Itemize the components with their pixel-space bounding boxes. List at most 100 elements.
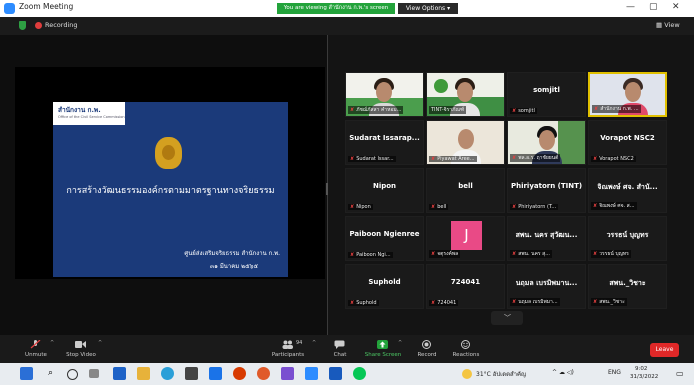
participant-tile[interactable]: จิณพงษ์ ศจ. สำนั... ✘ จิณพงษ์ ศจ. ส... — [588, 168, 667, 213]
view-button[interactable]: ▦ View — [656, 21, 680, 29]
edge-browser-icon[interactable] — [161, 367, 174, 380]
participant-tile[interactable]: Phiriyatorn (TINT) ✘ Phiriyatorn (T... — [507, 168, 586, 213]
leave-button[interactable]: Leave — [650, 343, 679, 357]
close-button[interactable]: ✕ — [672, 2, 680, 12]
chrome-icon[interactable] — [257, 367, 270, 380]
share-screen-label: Share Screen — [364, 352, 402, 358]
participant-label: ✘ Piyawat Aree... — [429, 156, 477, 162]
participant-label: ✘ สำนักงาน ก.พ. ... — [592, 105, 641, 113]
participant-label: ✘ somjitl — [510, 108, 537, 114]
zoom-taskbar-icon[interactable] — [305, 367, 318, 380]
clock-date[interactable]: 31/3/2022 — [630, 374, 658, 380]
reactions-button[interactable]: Reactions — [446, 338, 486, 362]
maximize-button[interactable]: ▢ — [649, 2, 658, 12]
app-icon-3[interactable] — [233, 367, 246, 380]
share-screen-button[interactable]: Share Screen — [363, 338, 403, 362]
video-options-caret[interactable]: ^ — [98, 340, 102, 346]
participant-name: Vorapot NSC2 — [600, 134, 655, 142]
microphone-muted-icon — [30, 340, 41, 349]
app-icon-4[interactable] — [281, 367, 294, 380]
participant-tile[interactable]: bell ✘ bell — [426, 168, 505, 213]
word-icon[interactable] — [329, 367, 342, 380]
participants-icon — [282, 340, 293, 349]
participant-label-text: Phiriyatorn (T... — [518, 204, 557, 210]
participant-tile[interactable]: Vorapot NSC2 ✘ Vorapot NSC2 — [588, 120, 667, 165]
mic-muted-icon: ✘ — [431, 300, 436, 306]
participant-tile[interactable]: TINT-จิราภัณฑ์ — [426, 72, 505, 117]
notification-icon[interactable]: ▭ — [676, 369, 684, 378]
clock-time[interactable]: 9:02 — [635, 366, 647, 372]
share-screen-icon — [377, 340, 388, 349]
cortana-icon[interactable] — [67, 369, 78, 380]
participant-name: สพน. นคร สุวัฒน... — [515, 231, 578, 239]
participant-tile[interactable]: นฤมล เบรมิพมาน... ✘ นฤมล เบรมิพมา... — [507, 264, 586, 309]
participant-tile[interactable]: ✘ พล.อ.ร. ฤาชัยยนต์ — [507, 120, 586, 165]
slide-footer-org: ศูนย์ส่งเสริมจริยธรรม สำนักงาน ก.พ. — [184, 250, 280, 257]
video-camera-icon — [75, 341, 86, 348]
task-view-icon[interactable] — [89, 369, 99, 378]
participant-tile[interactable]: J ✘ จตุรงค์พล — [426, 216, 505, 261]
participant-tile[interactable]: Nipon ✘ Nipon — [345, 168, 424, 213]
video-person — [539, 130, 555, 150]
participant-tile[interactable]: Paiboon Ngienree ✘ Paiboon Ngi... — [345, 216, 424, 261]
participant-tile[interactable]: Sudarat Issarap... ✘ Sudarat Issar... — [345, 120, 424, 165]
mic-muted-icon: ✘ — [350, 204, 355, 210]
chat-button[interactable]: Chat — [320, 338, 360, 362]
participant-label-text: Nipon — [356, 204, 371, 210]
participant-label: ✘ พล.อ.ร. ฤาชัยยนต์ — [510, 154, 561, 162]
app-icon-1[interactable] — [113, 367, 126, 380]
participant-tile[interactable]: วรรธน์ บุญทร ✘ วรรธน์ บุญทร — [588, 216, 667, 261]
participant-label-text: สพน._วิชาะ — [599, 299, 625, 305]
participant-label-text: bell — [437, 204, 447, 210]
audio-options-caret[interactable]: ^ — [50, 340, 54, 346]
search-icon[interactable]: ⌕ — [44, 367, 57, 380]
system-tray-icons[interactable]: ^ ☁ ◁) — [552, 369, 574, 376]
shield-icon[interactable] — [19, 21, 26, 30]
participant-tile[interactable]: ✘ ภัชฌ์ภัสสา คำหอม... — [345, 72, 424, 117]
slide-org-subtitle: Office of the Civil Service Commission — [58, 115, 125, 119]
chat-label: Chat — [333, 352, 347, 358]
language-indicator[interactable]: ENG — [608, 369, 621, 376]
participant-tile[interactable]: สพน._วิชาะ ✘ สพน._วิชาะ — [588, 264, 667, 309]
record-button[interactable]: Record — [407, 338, 447, 362]
share-options-caret[interactable]: ^ — [398, 340, 402, 346]
emblem-center — [162, 145, 175, 160]
grid-icon: ▦ — [656, 21, 663, 29]
mic-muted-icon: ✘ — [350, 156, 355, 162]
store-icon[interactable] — [185, 367, 198, 380]
participant-label: ✘ bell — [429, 204, 449, 210]
recording-label: Recording — [45, 21, 78, 29]
video-person — [457, 82, 473, 102]
participant-label-text: สพน. นคร สุ... — [518, 251, 551, 257]
participant-tile[interactable]: ✘ Piyawat Aree... — [426, 120, 505, 165]
video-person — [625, 82, 641, 102]
participant-tile[interactable]: Suphold ✘ Suphold — [345, 264, 424, 309]
participant-name: วรรธน์ บุญทร — [606, 231, 649, 239]
participant-tile[interactable]: 724041 ✘ 724041 — [426, 264, 505, 309]
volume-icon: ◁) — [566, 369, 574, 376]
participant-label: ✘ นฤมล เบรมิพมา... — [510, 298, 560, 306]
stop-video-button[interactable]: Stop Video — [61, 338, 101, 362]
participant-label-text: Sudarat Issar... — [356, 156, 394, 162]
mic-muted-icon: ✘ — [593, 203, 598, 209]
participant-avatar: J — [451, 221, 482, 250]
windows-start-icon[interactable] — [20, 367, 33, 380]
participant-name: Nipon — [372, 182, 397, 190]
minimize-button[interactable]: — — [626, 2, 635, 12]
participant-label: ✘ Paiboon Ngi... — [348, 252, 393, 258]
participant-tile[interactable]: somjitl ✘ somjitl — [507, 72, 586, 117]
participant-label: ✘ วรรธน์ บุญทร — [591, 250, 631, 258]
file-explorer-icon[interactable] — [137, 367, 150, 380]
participant-label: ✘ สพน._วิชาะ — [591, 298, 627, 306]
app-icon-2[interactable] — [209, 367, 222, 380]
participants-options-caret[interactable]: ^ — [312, 340, 316, 346]
slide-title: การสร้างวัฒนธรรมองค์กรตามมาตรฐานทางจริยธ… — [66, 186, 275, 196]
participant-name: bell — [458, 182, 473, 190]
mic-muted-icon: ✘ — [512, 108, 517, 114]
weather-text[interactable]: 31°C อัปเดตสำคัญ — [476, 369, 526, 379]
participant-label-text: Vorapot NSC2 — [599, 156, 634, 162]
participant-tile[interactable]: สพน. นคร สุวัฒน... ✘ สพน. นคร สุ... — [507, 216, 586, 261]
view-options-button[interactable]: View Options ▾ — [398, 3, 458, 14]
participant-tile-active-speaker[interactable]: ✘ สำนักงาน ก.พ. ... — [588, 72, 667, 117]
line-icon[interactable] — [353, 367, 366, 380]
